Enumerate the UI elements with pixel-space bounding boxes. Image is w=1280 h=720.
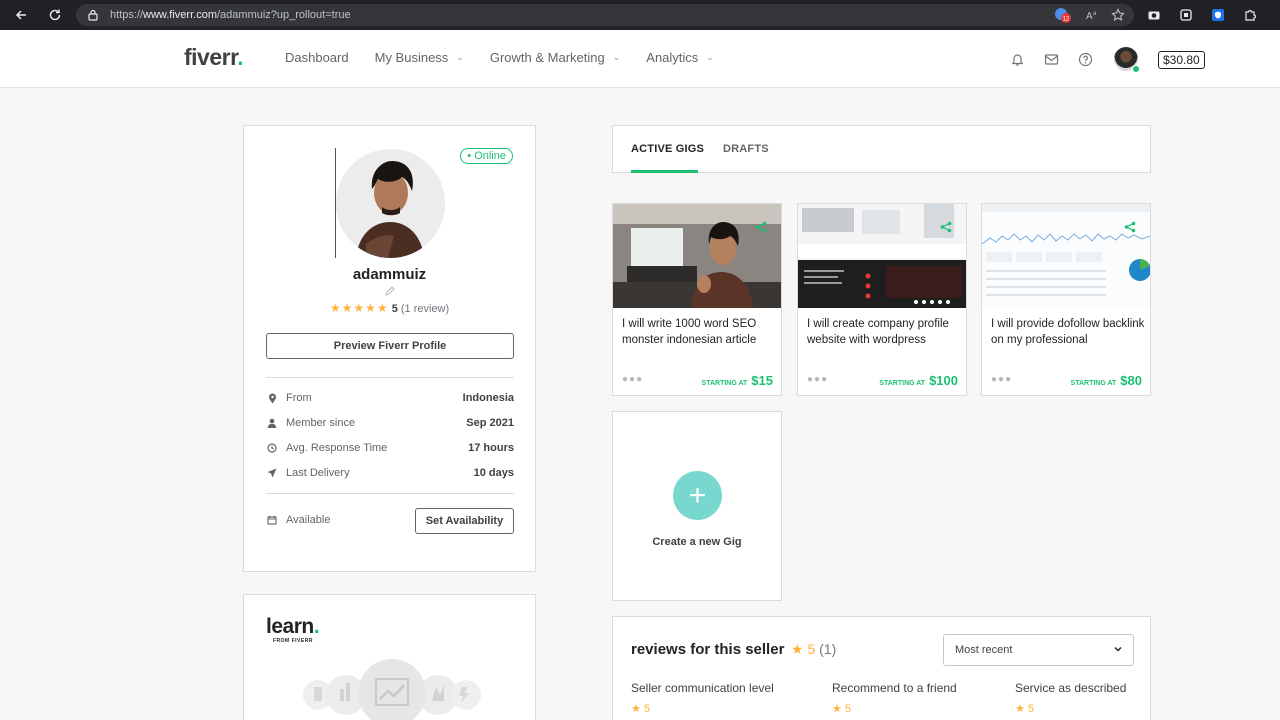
rating-value: 5 [391, 303, 398, 315]
url-text: https://www.fiverr.com/adammuiz?up_rollo… [110, 9, 351, 21]
more-options-icon[interactable]: ●●● [807, 374, 828, 385]
gigs-tabs: ACTIVE GIGS DRAFTS [612, 125, 1151, 173]
gig-card[interactable]: I will create company profile website wi… [797, 203, 967, 396]
shield-extension-icon[interactable] [1208, 5, 1228, 25]
criteria-service: Service as described ★ 5 [1015, 681, 1127, 715]
back-icon[interactable] [8, 2, 34, 28]
svg-text:a: a [1093, 11, 1097, 17]
extension-icon[interactable] [1176, 5, 1196, 25]
clock-icon [266, 442, 278, 454]
create-gig-label[interactable]: Create a new Gig [613, 536, 781, 548]
help-icon[interactable] [1076, 50, 1094, 68]
favorite-icon[interactable] [1108, 5, 1128, 25]
availability-status: Available [266, 514, 406, 526]
calendar-icon [266, 514, 278, 526]
gig-title[interactable]: I will provide dofollow backlink on my p… [991, 317, 1145, 348]
profile-avatar[interactable] [336, 149, 445, 258]
share-icon[interactable] [755, 220, 767, 233]
chevron-down-icon: ⌄ [706, 52, 714, 62]
tab-active-gigs[interactable]: ACTIVE GIGS [631, 143, 704, 155]
sort-reviews-select[interactable]: Most recent [943, 634, 1134, 666]
online-status-badge: • Online [460, 148, 513, 164]
profile-username: adammuiz [352, 266, 427, 283]
tab-drafts[interactable]: DRAFTS [723, 143, 769, 155]
active-tab-indicator [631, 170, 698, 173]
set-availability-button[interactable]: Set Availability [415, 508, 514, 534]
puzzle-extensions-icon[interactable] [1240, 5, 1260, 25]
notifications-extension-icon[interactable]: 12 [1052, 5, 1072, 25]
create-gig-card[interactable]: + Create a new Gig [612, 411, 782, 601]
svg-text:12: 12 [1063, 17, 1070, 23]
share-icon[interactable] [940, 220, 952, 233]
learn-illustration [302, 657, 482, 720]
nav-analytics[interactable]: Analytics ⌄ [646, 50, 714, 65]
star-rating-icon: ★★★★★ [329, 301, 389, 315]
main-nav: Dashboard My Business ⌄ Growth & Marketin… [285, 50, 714, 65]
share-icon[interactable] [1124, 220, 1136, 233]
nav-dashboard[interactable]: Dashboard [285, 50, 349, 65]
camera-extension-icon[interactable] [1144, 5, 1164, 25]
svg-text:A: A [1086, 11, 1093, 22]
gig-title[interactable]: I will create company profile website wi… [807, 317, 961, 348]
online-indicator [1132, 65, 1140, 73]
preview-profile-button[interactable]: Preview Fiverr Profile [266, 333, 514, 359]
gig-price: STARTING AT $15 [701, 373, 773, 388]
stat-from: From Indonesia [266, 392, 514, 404]
chevron-down-icon [1113, 644, 1123, 657]
chevron-down-icon: ⌄ [456, 52, 464, 62]
user-icon [266, 417, 278, 429]
gig-card[interactable]: I will provide dofollow backlink on my p… [981, 203, 1151, 396]
address-bar[interactable]: https://www.fiverr.com/adammuiz?up_rollo… [76, 4, 1134, 26]
stat-response-time: Avg. Response Time 17 hours [266, 442, 514, 454]
gig-title[interactable]: I will write 1000 word SEO monster indon… [622, 317, 776, 348]
site-header: fiverr. Dashboard My Business ⌄ Growth & … [0, 30, 1280, 88]
nav-growth-marketing[interactable]: Growth & Marketing ⌄ [490, 50, 620, 65]
reload-icon[interactable] [42, 2, 68, 28]
nav-my-business[interactable]: My Business ⌄ [375, 50, 464, 65]
learn-logo: learn. [266, 615, 320, 638]
reviews-title: reviews for this seller [631, 641, 785, 658]
gig-price: STARTING AT $100 [879, 373, 958, 388]
browser-toolbar: https://www.fiverr.com/adammuiz?up_rollo… [0, 0, 1280, 30]
divider [266, 493, 514, 494]
bell-icon[interactable] [1008, 50, 1026, 68]
send-icon [266, 467, 278, 479]
divider [266, 377, 514, 378]
chevron-down-icon: ⌄ [612, 52, 621, 62]
lock-icon [86, 8, 100, 22]
more-options-icon[interactable]: ●●● [622, 374, 643, 385]
criteria-communication: Seller communication level ★ 5 [631, 681, 774, 715]
read-aloud-icon[interactable]: Aa [1082, 5, 1102, 25]
criteria-recommend: Recommend to a friend ★ 5 [832, 681, 957, 715]
location-icon [266, 392, 278, 404]
more-options-icon[interactable]: ●●● [991, 374, 1012, 385]
stat-member-since: Member since Sep 2021 [266, 417, 514, 429]
reviews-section: reviews for this seller ★ 5 (1) Most rec… [612, 616, 1151, 720]
star-icon: ★ 5 [832, 703, 852, 715]
review-count[interactable]: (1 review) [401, 303, 449, 315]
gig-price: STARTING AT $80 [1070, 373, 1142, 388]
learn-from-fiverr-card[interactable]: learn. FROM FIVERR [243, 594, 536, 720]
star-icon: ★ 5 [631, 703, 651, 715]
gig-card[interactable]: I will write 1000 word SEO monster indon… [612, 203, 782, 396]
seller-profile-card: • Online adammuiz ★★★★★ 5 (1 review) Pre… [243, 125, 536, 572]
fiverr-logo[interactable]: fiverr. [184, 44, 244, 71]
balance-badge[interactable]: $30.80 [1158, 51, 1205, 69]
mail-icon[interactable] [1042, 50, 1060, 68]
user-avatar[interactable] [1114, 47, 1140, 73]
learn-subtitle: FROM FIVERR [273, 638, 313, 644]
profile-rating: ★★★★★ 5 (1 review) [244, 301, 535, 315]
edit-pencil-icon[interactable] [385, 286, 395, 299]
stat-last-delivery: Last Delivery 10 days [266, 467, 514, 479]
reviews-score: ★ 5 (1) [791, 641, 837, 657]
star-icon: ★ 5 [1015, 703, 1035, 715]
plus-icon[interactable]: + [673, 471, 722, 520]
